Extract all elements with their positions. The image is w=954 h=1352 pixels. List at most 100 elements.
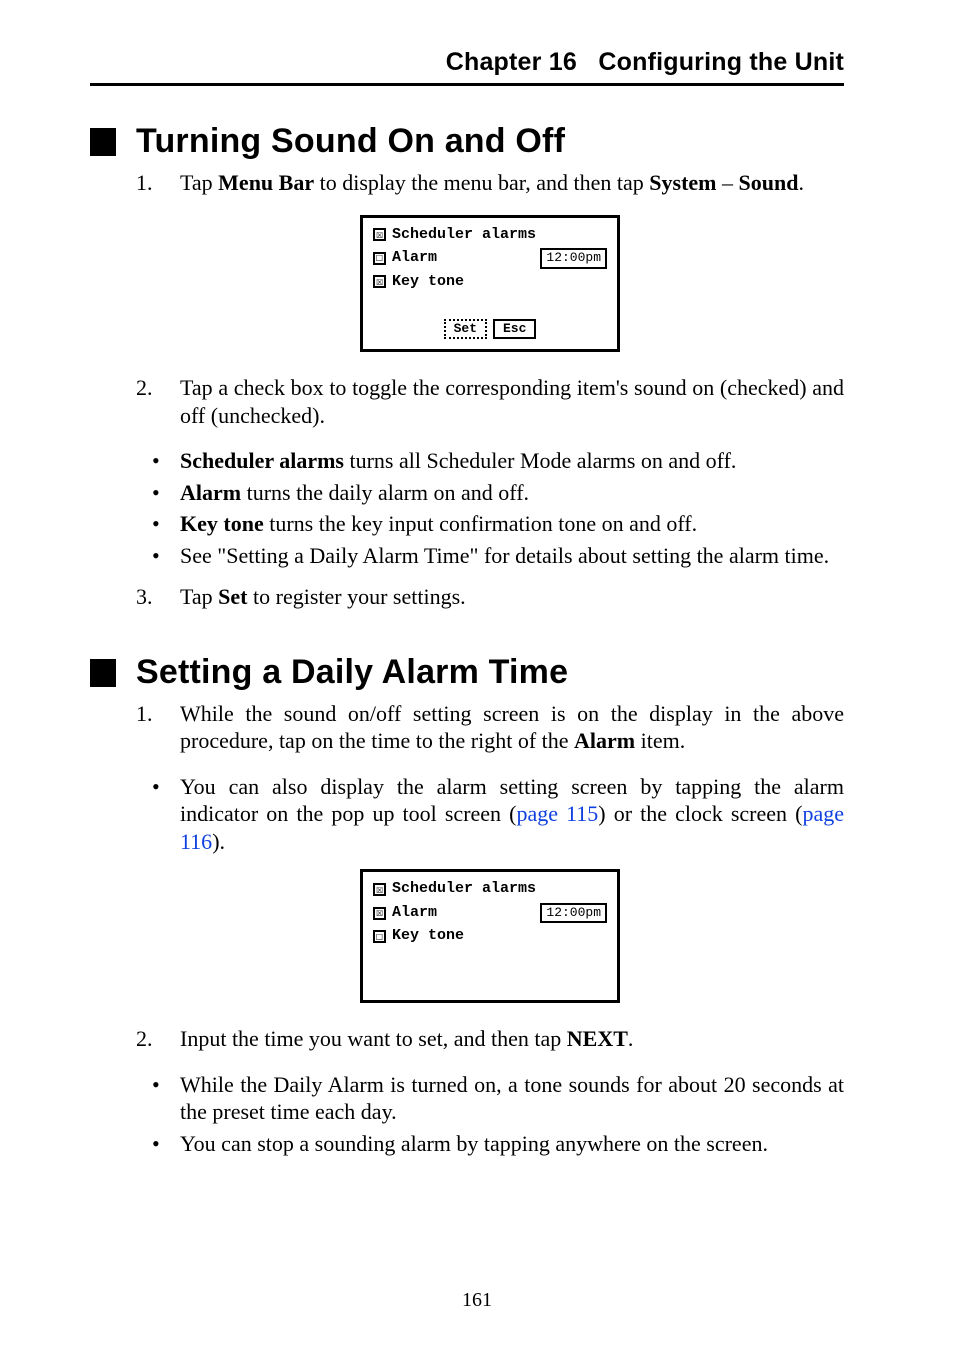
dev1-row-alarm: ☐ Alarm 12:00pm [373,248,607,268]
bullet-item: • You can stop a sounding alarm by tappin… [136,1130,844,1158]
dev2-row-scheduler: ☒ Scheduler alarms [373,880,607,899]
step-number: 1. [136,169,153,197]
alarm-label: Alarm [392,249,437,268]
section1-steps-cont2: 3. Tap Set to register your settings. [136,583,844,611]
text: . [798,170,804,195]
next-label: NEXT [567,1026,628,1051]
device-screenshot-1: ☒ Scheduler alarms ☐ Alarm 12:00pm ☒ Key… [360,215,620,353]
dev2-row-keytone: ☐ Key tone [373,927,607,946]
section1-bullets: • Scheduler alarms turns all Scheduler Mo… [136,447,844,569]
section2-body: 1. While the sound on/off setting screen… [136,700,844,1157]
set-label: Set [218,584,247,609]
bullet-icon: • [152,773,160,801]
section-marker-icon [90,128,116,156]
text: Tap [180,584,218,609]
keytone-checkbox[interactable]: ☐ [373,930,386,943]
bullet-icon: • [152,510,160,538]
scheduler-label: Scheduler alarms [392,226,536,245]
text: ) or the clock screen ( [598,801,802,826]
bullet-icon: • [152,1071,160,1099]
chapter-title: Configuring the Unit [598,48,844,76]
text: turns all Scheduler Mode alarms on and o… [344,448,736,473]
dev1-row-scheduler: ☒ Scheduler alarms [373,226,607,245]
bullet-item: • Scheduler alarms turns all Scheduler Mo… [136,447,844,475]
text: Tap [180,170,218,195]
bullet-icon: • [152,1130,160,1158]
keytone-label: Key tone [392,927,464,946]
dev1-row-keytone: ☒ Key tone [373,273,607,292]
alarm-checkbox[interactable]: ☐ [373,252,386,265]
text: – [717,170,739,195]
section1-steps-cont: 2. Tap a check box to toggle the corresp… [136,374,844,429]
section2-steps-cont: 2. Input the time you want to set, and t… [136,1025,844,1053]
scheduler-checkbox[interactable]: ☒ [373,228,386,241]
section-heading: Turning Sound On and Off [136,122,844,161]
keytone-label: Key tone [392,273,464,292]
system-label: System [649,170,716,195]
section-marker-icon [90,659,116,687]
section-turning-sound: Turning Sound On and Off 1. Tap Menu Bar… [90,122,844,611]
keytone-checkbox[interactable]: ☒ [373,275,386,288]
bullet-item: • While the Daily Alarm is turned on, a t… [136,1071,844,1126]
device-screenshot-2: ☒ Scheduler alarms ☒ Alarm 12:00pm ☐ Key… [360,869,620,1003]
bold-text: Alarm [180,480,241,505]
alarm-time[interactable]: 12:00pm [540,248,607,268]
section1-step3: 3. Tap Set to register your settings. [136,583,844,611]
step-number: 3. [136,583,153,611]
bold-text: Key tone [180,511,264,536]
bullet-icon: • [152,447,160,475]
section-daily-alarm: Setting a Daily Alarm Time 1. While the … [90,653,844,1157]
text: Input the time you want to set, and then… [180,1026,567,1051]
set-button[interactable]: Set [444,319,487,339]
text: See "Setting a Daily Alarm Time" for det… [180,543,829,568]
bullet-item: • Key tone turns the key input confirmati… [136,510,844,538]
dev2-row-alarm: ☒ Alarm 12:00pm [373,903,607,923]
section2-step2: 2. Input the time you want to set, and t… [136,1025,844,1053]
section-heading: Setting a Daily Alarm Time [136,653,844,692]
bullet-item: • See "Setting a Daily Alarm Time" for de… [136,542,844,570]
figure1-wrap: ☒ Scheduler alarms ☐ Alarm 12:00pm ☒ Key… [136,215,844,353]
step-number: 1. [136,700,153,728]
chapter-label: Chapter 16 [446,48,577,76]
esc-button[interactable]: Esc [493,319,536,339]
bold-text: Scheduler alarms [180,448,344,473]
page-link-115[interactable]: page 115 [516,801,598,826]
menu-bar-label: Menu Bar [218,170,314,195]
bullet-item: • Alarm turns the daily alarm on and off. [136,479,844,507]
section2-bullets-1: •You can also display the alarm setting … [136,773,844,856]
text: item. [635,728,685,753]
text: You can stop a sounding alarm by tapping… [180,1131,768,1156]
step-number: 2. [136,374,153,402]
section1-step1: 1. Tap Menu Bar to display the menu bar,… [136,169,844,197]
text: Tap a check box to toggle the correspond… [180,375,844,428]
bullet-item: •You can also display the alarm setting … [136,773,844,856]
bullet-icon: • [152,542,160,570]
alarm-label: Alarm [574,728,635,753]
text: While the sound on/off setting screen is… [180,701,844,754]
text: to register your settings. [248,584,466,609]
sound-label: Sound [739,170,799,195]
step-number: 2. [136,1025,153,1053]
section1-steps: 1. Tap Menu Bar to display the menu bar,… [136,169,844,197]
alarm-time[interactable]: 12:00pm [540,903,607,923]
bullet-icon: • [152,479,160,507]
scheduler-checkbox[interactable]: ☒ [373,883,386,896]
alarm-checkbox[interactable]: ☒ [373,907,386,920]
text: turns the key input confirmation tone on… [264,511,697,536]
text: ). [212,829,225,854]
running-head: Chapter 16 Configuring the Unit [90,48,844,86]
text: turns the daily alarm on and off. [241,480,529,505]
section1-body: 1. Tap Menu Bar to display the menu bar,… [136,169,844,611]
text: . [628,1026,634,1051]
text: While the Daily Alarm is turned on, a to… [180,1072,844,1125]
section2-steps: 1. While the sound on/off setting screen… [136,700,844,755]
page-number: 161 [0,1289,954,1312]
scheduler-label: Scheduler alarms [392,880,536,899]
dev1-buttons: Set Esc [373,319,607,339]
page: Chapter 16 Configuring the Unit Turning … [0,0,954,1352]
section2-step1: 1. While the sound on/off setting screen… [136,700,844,755]
section2-bullets-2: • While the Daily Alarm is turned on, a t… [136,1071,844,1158]
alarm-label: Alarm [392,904,437,923]
section1-step2: 2. Tap a check box to toggle the corresp… [136,374,844,429]
figure2-wrap: ☒ Scheduler alarms ☒ Alarm 12:00pm ☐ Key… [136,869,844,1003]
